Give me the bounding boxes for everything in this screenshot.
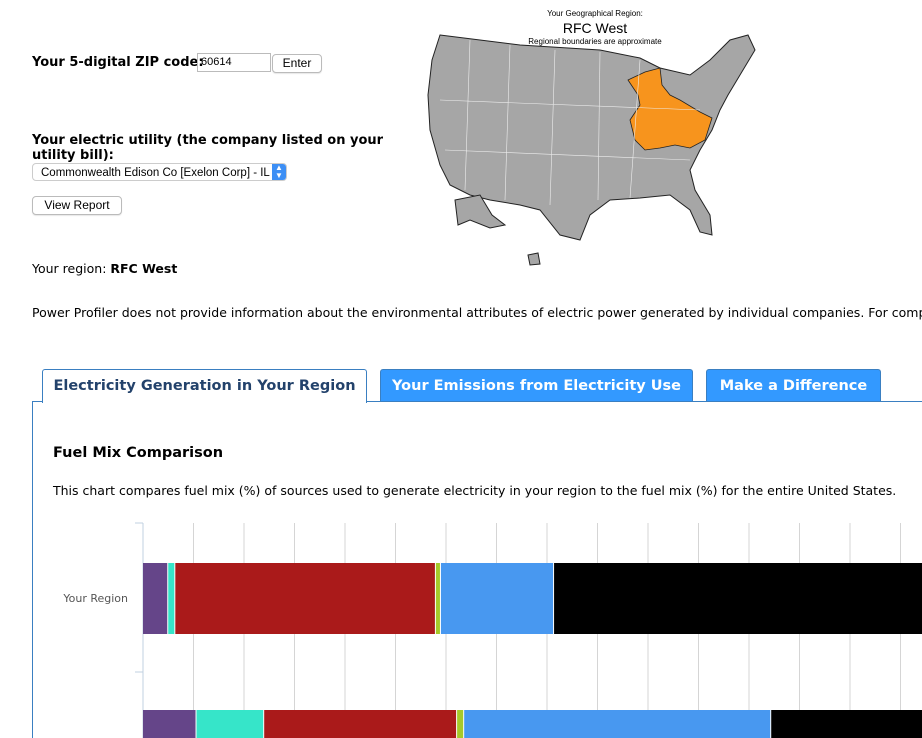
- tab-make-a-difference[interactable]: Make a Difference: [706, 369, 881, 401]
- section-title: Fuel Mix Comparison: [53, 445, 224, 461]
- select-arrows-icon: ▲ ▼: [272, 164, 286, 180]
- disclaimer-text: Power Profiler does not provide informat…: [32, 305, 922, 320]
- bar-segment: [143, 710, 196, 738]
- utility-label: Your electric utility (the company liste…: [32, 133, 384, 163]
- fuel-mix-chart: Your Region: [62, 522, 922, 738]
- utility-select[interactable]: Commonwealth Edison Co [Exelon Corp] - I…: [32, 163, 287, 181]
- bar-segment: [143, 563, 168, 634]
- bar-segment: [440, 563, 554, 634]
- map-caption: Your Geographical Region:: [547, 9, 643, 18]
- section-description: This chart compares fuel mix (%) of sour…: [53, 483, 897, 498]
- zip-input[interactable]: 60614: [197, 53, 271, 72]
- category-label: Your Region: [62, 592, 128, 605]
- map-region-name: RFC West: [562, 20, 628, 36]
- view-report-button[interactable]: View Report: [32, 196, 122, 215]
- bar-segment: [264, 710, 457, 738]
- tab-electricity-generation[interactable]: Electricity Generation in Your Region: [42, 369, 367, 403]
- zip-label: Your 5-digital ZIP code:: [32, 55, 204, 70]
- enter-button[interactable]: Enter: [272, 54, 322, 73]
- bar-segment: [464, 710, 771, 738]
- bar-segment: [435, 563, 440, 634]
- utility-select-value: Commonwealth Edison Co [Exelon Corp] - I…: [41, 167, 270, 179]
- region-prefix: Your region:: [32, 261, 107, 276]
- bar-segment: [457, 710, 464, 738]
- bar-segment: [196, 710, 264, 738]
- bar-segment: [175, 563, 435, 634]
- map-disclaimer: Regional boundaries are approximate: [528, 37, 662, 46]
- bar-segment: [168, 563, 175, 634]
- region-name: RFC West: [110, 261, 178, 276]
- bar-segment: [771, 710, 922, 738]
- region-line: Your region: RFC West: [32, 261, 177, 276]
- hawaii: [527, 252, 541, 266]
- tab-your-emissions[interactable]: Your Emissions from Electricity Use: [380, 369, 693, 401]
- bar-segment: [554, 563, 922, 634]
